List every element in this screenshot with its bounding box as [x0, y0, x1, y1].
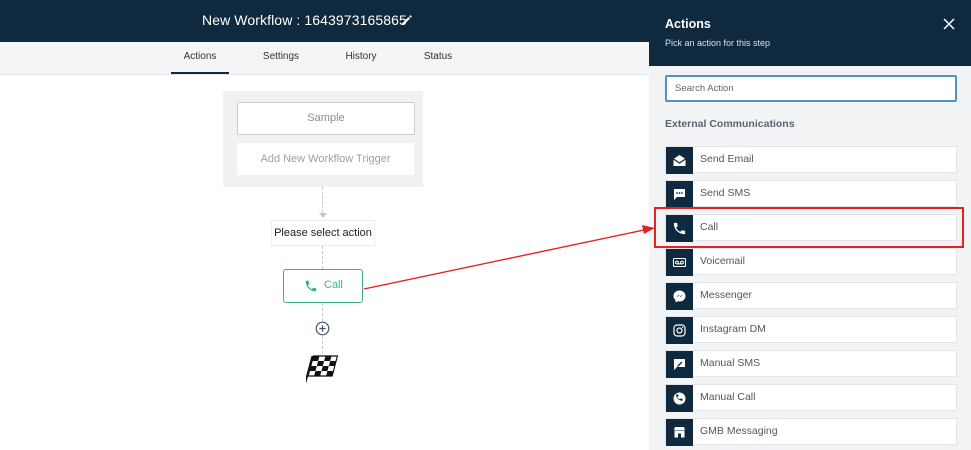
action-manual-sms[interactable]: Manual SMS: [665, 350, 957, 378]
panel-subtitle: Pick an action for this step: [665, 38, 771, 48]
action-messenger[interactable]: Messenger: [665, 282, 957, 310]
email-icon: [666, 147, 693, 174]
panel-header: Actions Pick an action for this step: [649, 0, 971, 66]
workflow-title[interactable]: New Workflow : 1643973165865: [202, 12, 407, 28]
pencil-icon[interactable]: [400, 13, 414, 27]
messenger-icon: [666, 283, 693, 310]
action-manual-call[interactable]: Manual Call: [665, 384, 957, 412]
trigger-sample[interactable]: Sample: [237, 102, 415, 135]
action-label: Instagram DM: [700, 323, 766, 335]
manual-sms-icon: [666, 351, 693, 378]
phone-icon: [304, 279, 318, 293]
finish-flag-icon: [304, 354, 340, 384]
voicemail-icon: [666, 249, 693, 276]
action-label: Send Email: [700, 153, 754, 165]
connector-arrow: [319, 213, 327, 218]
call-node-label: Call: [324, 279, 343, 291]
close-icon[interactable]: [942, 17, 956, 31]
connector-line: [322, 336, 323, 354]
panel-title: Actions: [665, 17, 711, 31]
workflow-editor: New Workflow : 1643973165865 Actions Set…: [0, 0, 971, 450]
tab-bar: Actions Settings History Status: [0, 42, 649, 75]
connector-line: [322, 187, 323, 213]
select-action-node[interactable]: Please select action: [271, 220, 375, 246]
section-label: External Communications: [665, 118, 795, 130]
action-voicemail[interactable]: Voicemail: [665, 248, 957, 276]
sms-icon: [666, 181, 693, 208]
action-label: Voicemail: [700, 255, 745, 267]
tab-status[interactable]: Status: [418, 42, 458, 74]
action-label: Manual Call: [700, 391, 756, 403]
instagram-icon: [666, 317, 693, 344]
top-bar: New Workflow : 1643973165865: [0, 0, 649, 42]
tab-history[interactable]: History: [337, 42, 385, 74]
action-instagram-dm[interactable]: Instagram DM: [665, 316, 957, 344]
connector-line: [322, 303, 323, 321]
action-label: Send SMS: [700, 187, 751, 199]
add-step-icon[interactable]: [315, 321, 330, 336]
tab-actions[interactable]: Actions: [171, 42, 229, 74]
action-gmb-messaging[interactable]: GMB Messaging: [665, 418, 957, 446]
call-action-node[interactable]: Call: [283, 269, 363, 303]
add-trigger-button[interactable]: Add New Workflow Trigger: [237, 143, 414, 175]
gmb-icon: [666, 419, 693, 446]
action-label: Manual SMS: [700, 357, 761, 369]
search-action-input[interactable]: [665, 75, 957, 102]
action-label: Messenger: [700, 289, 752, 301]
action-label: GMB Messaging: [700, 425, 778, 437]
action-send-sms[interactable]: Send SMS: [665, 180, 957, 208]
action-send-email[interactable]: Send Email: [665, 146, 957, 174]
connector-line: [322, 246, 323, 269]
tab-settings[interactable]: Settings: [255, 42, 307, 74]
call-highlight-box: [654, 207, 964, 248]
manual-call-icon: [666, 385, 693, 412]
